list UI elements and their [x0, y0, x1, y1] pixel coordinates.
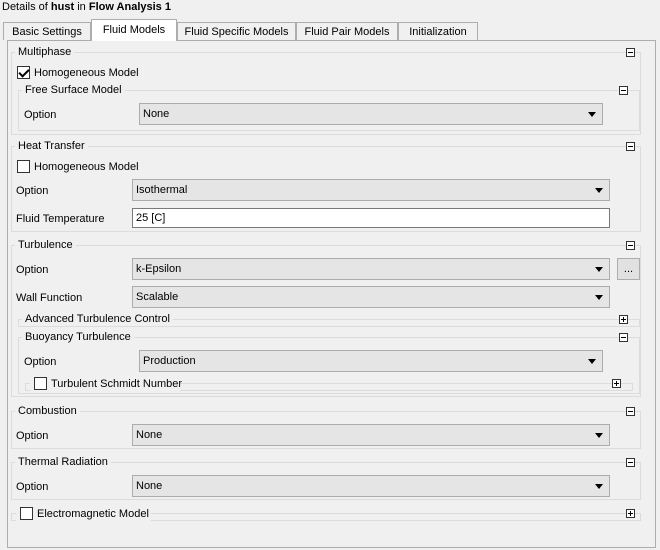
schmidt-checkbox[interactable] — [34, 377, 47, 390]
free-surface-option-select[interactable]: None — [139, 103, 603, 125]
collapse-icon[interactable] — [626, 241, 635, 250]
collapse-icon[interactable] — [626, 48, 635, 57]
expand-icon[interactable] — [612, 379, 621, 388]
expand-icon[interactable] — [619, 315, 628, 324]
thermal-radiation-title: Thermal Radiation — [15, 456, 111, 469]
chevron-down-icon — [588, 112, 596, 117]
wall-function-select[interactable]: Scalable — [132, 286, 610, 308]
thermal-radiation-option-select[interactable]: None — [132, 475, 610, 497]
buoyancy-turbulence-title: Buoyancy Turbulence — [22, 331, 134, 344]
heat-homogeneous-checkbox[interactable] — [17, 160, 30, 173]
heat-homogeneous-label: Homogeneous Model — [34, 161, 139, 173]
details-header: Details of hust in Flow Analysis 1 — [2, 1, 171, 13]
chevron-down-icon — [595, 188, 603, 193]
object-name: hust — [50, 1, 75, 13]
multiphase-homogeneous-label: Homogeneous Model — [34, 67, 139, 79]
heat-option-select[interactable]: Isothermal — [132, 179, 610, 201]
buoyancy-option-label: Option — [24, 356, 57, 368]
turbulence-title: Turbulence — [15, 239, 76, 252]
chevron-down-icon — [595, 267, 603, 272]
collapse-icon[interactable] — [619, 333, 628, 342]
expand-icon[interactable] — [626, 509, 635, 518]
buoyancy-option-select[interactable]: Production — [139, 350, 603, 372]
chevron-down-icon — [595, 433, 603, 438]
heat-transfer-title: Heat Transfer — [15, 140, 88, 153]
collapse-icon[interactable] — [626, 458, 635, 467]
chevron-down-icon — [595, 484, 603, 489]
chevron-down-icon — [588, 359, 596, 364]
electromagnetic-checkbox[interactable] — [20, 507, 33, 520]
collapse-icon[interactable] — [626, 142, 635, 151]
multiphase-homogeneous-checkbox[interactable] — [17, 66, 30, 79]
tab-initialization[interactable]: Initialization — [398, 22, 478, 40]
chevron-down-icon — [595, 295, 603, 300]
combustion-title: Combustion — [15, 405, 80, 418]
fluid-temperature-label: Fluid Temperature — [16, 213, 105, 225]
turbulence-option-select[interactable]: k-Epsilon — [132, 258, 610, 280]
wall-function-label: Wall Function — [16, 292, 83, 304]
analysis-name: Flow Analysis 1 — [88, 1, 171, 13]
tab-fluid-models[interactable]: Fluid Models — [91, 19, 177, 41]
fluid-temperature-input[interactable]: 25 [C] — [132, 208, 610, 228]
tab-fluid-pair-models[interactable]: Fluid Pair Models — [296, 22, 398, 40]
free-surface-title: Free Surface Model — [22, 84, 125, 97]
tab-basic-settings[interactable]: Basic Settings — [3, 22, 91, 40]
free-surface-option-label: Option — [24, 109, 57, 121]
multiphase-title: Multiphase — [15, 46, 75, 59]
advanced-turbulence-title[interactable]: Advanced Turbulence Control — [22, 313, 173, 326]
electromagnetic-label: Electromagnetic Model — [37, 508, 149, 520]
turbulence-more-button[interactable]: ... — [617, 258, 640, 280]
combustion-option-select[interactable]: None — [132, 424, 610, 446]
turbulence-option-label: Option — [16, 264, 49, 276]
combustion-option-label: Option — [16, 430, 49, 442]
schmidt-label: Turbulent Schmidt Number — [51, 378, 183, 390]
collapse-icon[interactable] — [626, 407, 635, 416]
heat-option-label: Option — [16, 185, 49, 197]
thermal-radiation-option-label: Option — [16, 481, 49, 493]
tab-fluid-specific-models[interactable]: Fluid Specific Models — [177, 22, 296, 40]
collapse-icon[interactable] — [619, 86, 628, 95]
